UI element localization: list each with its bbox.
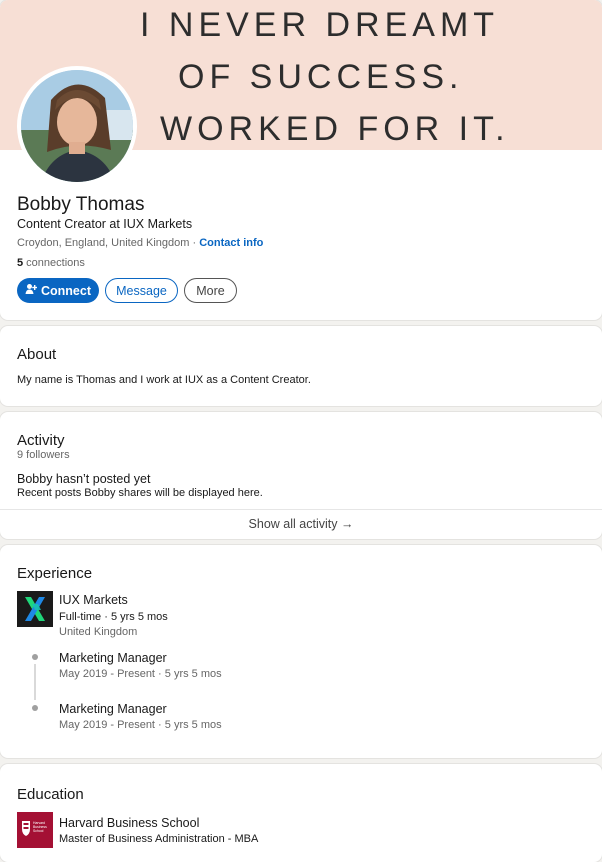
company-meta: Full-time · 5 yrs 5 mos xyxy=(59,611,168,623)
activity-empty-title: Bobby hasn’t posted yet xyxy=(17,472,151,486)
experience-title: Experience xyxy=(17,565,93,582)
add-person-icon xyxy=(25,283,38,298)
show-all-activity-button[interactable]: Show all activity → xyxy=(0,509,602,539)
education-card xyxy=(0,764,602,862)
more-button[interactable]: More xyxy=(184,278,237,303)
role-title: Marketing Manager xyxy=(59,702,167,716)
about-card xyxy=(0,326,602,406)
profile-name: Bobby Thomas xyxy=(17,194,145,215)
message-button[interactable]: Message xyxy=(105,278,178,303)
profile-headline: Content Creator at IUX Markets xyxy=(17,217,193,231)
role-dates: May 2019 - Present · 5 yrs 5 mos xyxy=(59,719,222,731)
connections-count[interactable]: 5 connections xyxy=(17,257,85,269)
banner-text-line-2: OF SUCCESS. xyxy=(178,58,464,96)
harvard-business-school-logo[interactable]: Harvard Business School xyxy=(17,812,53,848)
activity-empty-text: Recent posts Bobby shares will be displa… xyxy=(17,487,263,499)
connections-label: connections xyxy=(23,257,85,269)
school-name[interactable]: Harvard Business School xyxy=(59,816,199,830)
about-title: About xyxy=(17,346,57,363)
contact-info-link[interactable]: Contact info xyxy=(199,237,263,249)
timeline-dot xyxy=(32,705,38,711)
iux-markets-logo[interactable] xyxy=(17,591,53,627)
role-dates: May 2019 - Present · 5 yrs 5 mos xyxy=(59,668,222,680)
degree-name: Master of Business Administration - MBA xyxy=(59,833,259,845)
about-text: My name is Thomas and I work at IUX as a… xyxy=(17,374,311,386)
school-logo-text: Harvard Business School xyxy=(33,821,47,833)
banner-text-line-3: WORKED FOR IT. xyxy=(160,110,510,148)
banner-text-line-1: I NEVER DREAMT xyxy=(140,6,500,44)
connect-button[interactable]: Connect xyxy=(17,278,99,303)
profile-card: I NEVER DREAMT OF SUCCESS. WORKED FOR IT… xyxy=(0,0,602,320)
company-name[interactable]: IUX Markets xyxy=(59,593,128,607)
activity-title: Activity xyxy=(17,432,65,449)
education-title: Education xyxy=(17,786,84,803)
connect-button-label: Connect xyxy=(41,283,91,298)
timeline-dot xyxy=(32,654,38,660)
avatar-photo xyxy=(21,70,133,182)
timeline-line xyxy=(34,664,36,700)
iux-x-icon xyxy=(17,591,53,627)
profile-avatar[interactable] xyxy=(17,66,137,186)
followers-count[interactable]: 9 followers xyxy=(17,449,70,461)
role-title: Marketing Manager xyxy=(59,651,167,665)
company-location: United Kingdom xyxy=(59,626,138,638)
location-separator: · xyxy=(189,237,200,249)
profile-location: Croydon, England, United Kingdom xyxy=(17,237,190,249)
profile-location-line: Croydon, England, United Kingdom · Conta… xyxy=(17,237,263,249)
